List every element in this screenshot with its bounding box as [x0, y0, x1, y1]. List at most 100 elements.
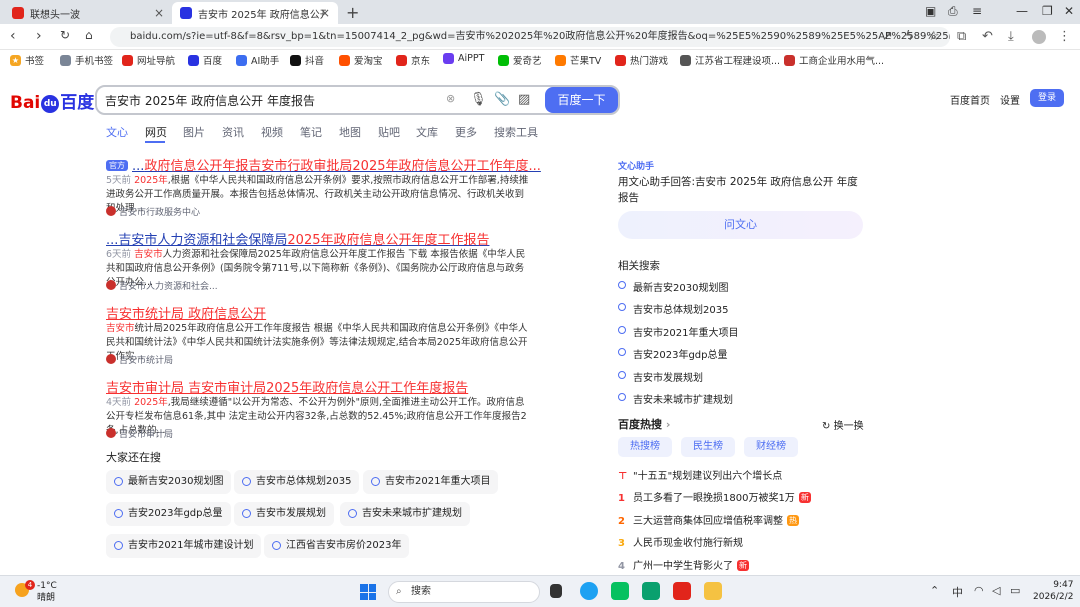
bookmark-item[interactable]: 芒果TV: [555, 53, 601, 67]
tab-web[interactable]: 网页: [145, 124, 167, 140]
star-icon[interactable]: ☆: [928, 29, 940, 44]
wechat-icon[interactable]: [611, 582, 629, 600]
result-source[interactable]: 吉安市人力资源和社会...: [106, 279, 218, 292]
tab-wenxin[interactable]: 文心: [106, 124, 128, 140]
tab-news[interactable]: 资讯: [222, 124, 244, 140]
tray-expand-icon[interactable]: ⌃: [930, 584, 939, 597]
more-icon[interactable]: ⋮: [1058, 29, 1071, 44]
settings-link[interactable]: 设置: [1000, 92, 1020, 107]
share-icon[interactable]: ↗: [882, 29, 893, 44]
related-search-item[interactable]: 吉安市总体规划2035: [618, 301, 728, 316]
also-search-chip[interactable]: 吉安市2021年重大项目: [363, 470, 499, 494]
also-search-chip[interactable]: 吉安未来城市扩建规划: [340, 502, 470, 526]
system-clock[interactable]: 9:47 2026/2/2: [1033, 579, 1073, 603]
result-title[interactable]: 吉安市审计局 吉安市审计局2025年政府信息公开工作年度报告: [106, 377, 468, 396]
baidu-logo[interactable]: Bai du 百度: [10, 88, 94, 113]
attachment-icon[interactable]: 📎: [494, 92, 510, 107]
tab-baidu[interactable]: 吉安市 2025年 政府信息公开 年原 ×: [172, 2, 338, 24]
windows-start-icon[interactable]: [360, 584, 376, 600]
bookmark-item[interactable]: AiPPT: [443, 53, 484, 64]
file-icon[interactable]: [550, 584, 562, 598]
bookmark-item[interactable]: AI助手: [236, 53, 279, 67]
hot-item[interactable]: 1 员工多看了一眼挽损1800万被奖1万新: [618, 489, 811, 504]
hot-tab[interactable]: 民生榜: [681, 437, 735, 457]
forward-icon[interactable]: ›: [36, 28, 42, 44]
hot-search-heading[interactable]: 百度热搜 ›: [618, 416, 670, 432]
bookmark-item[interactable]: 工商企业用水用气...: [784, 53, 884, 67]
result-title[interactable]: ...吉安市人力资源和社会保障局2025年政府信息公开年度工作报告: [106, 229, 490, 248]
home-icon[interactable]: ⌂: [85, 28, 93, 42]
tab-search-tools[interactable]: 搜索工具: [494, 124, 538, 140]
baidu-home-link[interactable]: 百度首页: [950, 92, 990, 107]
wps-icon[interactable]: [673, 582, 691, 600]
also-search-chip[interactable]: 吉安2023年gdp总量: [106, 502, 231, 526]
bookmark-item[interactable]: 京东: [396, 53, 430, 67]
bookmark-item[interactable]: 百度: [188, 53, 222, 67]
bookmark-item[interactable]: 抖音: [290, 53, 324, 67]
hot-item[interactable]: 3 人民币现金收付施行新规: [618, 534, 743, 549]
also-search-chip[interactable]: 江西省吉安市房价2023年: [264, 534, 410, 558]
chat-icon[interactable]: [642, 582, 660, 600]
result-title[interactable]: 吉安市统计局 政府信息公开: [106, 303, 266, 322]
extensions-icon[interactable]: ⧉: [957, 29, 966, 44]
wenxin-prompt[interactable]: 用文心助手回答:吉安市 2025年 政府信息公开 年度报告: [618, 174, 868, 206]
refresh-hot-button[interactable]: ↻ 换一换: [822, 417, 864, 432]
related-search-item[interactable]: 最新吉安2030规划图: [618, 279, 728, 294]
wifi-icon[interactable]: ◠: [974, 584, 984, 597]
volume-icon[interactable]: ◁: [992, 584, 1000, 597]
ime-indicator[interactable]: 中: [952, 584, 963, 600]
related-search-item[interactable]: 吉安市2021年重大项目: [618, 324, 738, 339]
result-source[interactable]: 吉安市审计局: [106, 427, 173, 440]
close-icon[interactable]: ×: [320, 6, 330, 20]
bookmark-item[interactable]: ★ 书签: [10, 53, 44, 67]
related-search-item[interactable]: 吉安市发展规划: [618, 369, 703, 384]
result-source[interactable]: 吉安市统计局: [106, 353, 173, 366]
folder-icon[interactable]: [704, 582, 722, 600]
bookmark-item[interactable]: 网址导航: [122, 53, 175, 67]
undo-icon[interactable]: ↶: [982, 29, 993, 44]
image-search-icon[interactable]: ▨: [518, 92, 530, 107]
address-bar[interactable]: baidu.com/s?ie=utf-8&f=8&rsv_bp=1&tn=150…: [110, 27, 950, 47]
also-search-chip[interactable]: 最新吉安2030规划图: [106, 470, 232, 494]
result-source[interactable]: 吉安市行政服务中心: [106, 205, 200, 218]
taskbar-search[interactable]: ⌕ 搜索: [388, 581, 540, 603]
hot-tab[interactable]: 财经榜: [744, 437, 798, 457]
ask-wenxin-button[interactable]: 问文心: [618, 211, 863, 239]
login-button[interactable]: 登录: [1030, 89, 1064, 107]
hot-item[interactable]: 4 广州一中学生背影火了新: [618, 557, 749, 572]
bookmark-item[interactable]: 爱奇艺: [498, 53, 542, 67]
tab-notes[interactable]: 笔记: [300, 124, 322, 140]
close-icon[interactable]: ×: [154, 6, 164, 20]
related-search-item[interactable]: 吉安未来城市扩建规划: [618, 391, 733, 406]
back-icon[interactable]: ‹: [10, 28, 16, 44]
close-window-button[interactable]: ✕: [1064, 4, 1074, 18]
battery-icon[interactable]: ▭: [1010, 584, 1020, 597]
profile-avatar[interactable]: [1032, 30, 1046, 44]
result-title[interactable]: 官方 ...政府信息公开年报吉安市行政审批局2025年政府信息公开工作年度...: [106, 155, 541, 174]
menu-icon[interactable]: ≡: [972, 4, 982, 18]
print-icon[interactable]: ⎙: [948, 4, 958, 19]
search-input[interactable]: [105, 90, 435, 110]
download-icon[interactable]: ⤓: [1008, 29, 1014, 44]
tab-wenku[interactable]: 文库: [416, 124, 438, 140]
bookmark-item[interactable]: 江苏省工程建设项...: [680, 53, 780, 67]
tab-more[interactable]: 更多: [455, 124, 477, 140]
tab-video[interactable]: 视频: [261, 124, 283, 140]
also-search-chip[interactable]: 吉安市发展规划: [234, 502, 334, 526]
tab-map[interactable]: 地图: [339, 124, 361, 140]
hot-tab[interactable]: 热搜榜: [618, 437, 672, 457]
bookmark-item[interactable]: 爱淘宝: [339, 53, 383, 67]
search-button[interactable]: 百度一下: [545, 87, 618, 113]
hot-item[interactable]: 2 三大运营商集体回应增值税率调整热: [618, 512, 799, 527]
related-search-item[interactable]: 吉安2023年gdp总量: [618, 346, 728, 361]
bookmark-item[interactable]: 热门游戏: [615, 53, 668, 67]
also-search-chip[interactable]: 吉安市总体规划2035: [234, 470, 360, 494]
bookmark-item[interactable]: 手机书签: [60, 53, 113, 67]
minimize-button[interactable]: —: [1016, 4, 1028, 18]
new-tab-button[interactable]: +: [346, 3, 359, 22]
refresh-icon[interactable]: ↻: [60, 28, 70, 42]
edge-icon[interactable]: [580, 582, 598, 600]
microphone-icon[interactable]: 🎙: [470, 92, 487, 107]
sidebar-toggle-icon[interactable]: ▣: [925, 4, 936, 18]
tab-lenovo[interactable]: 联想头一波 ×: [4, 2, 172, 24]
